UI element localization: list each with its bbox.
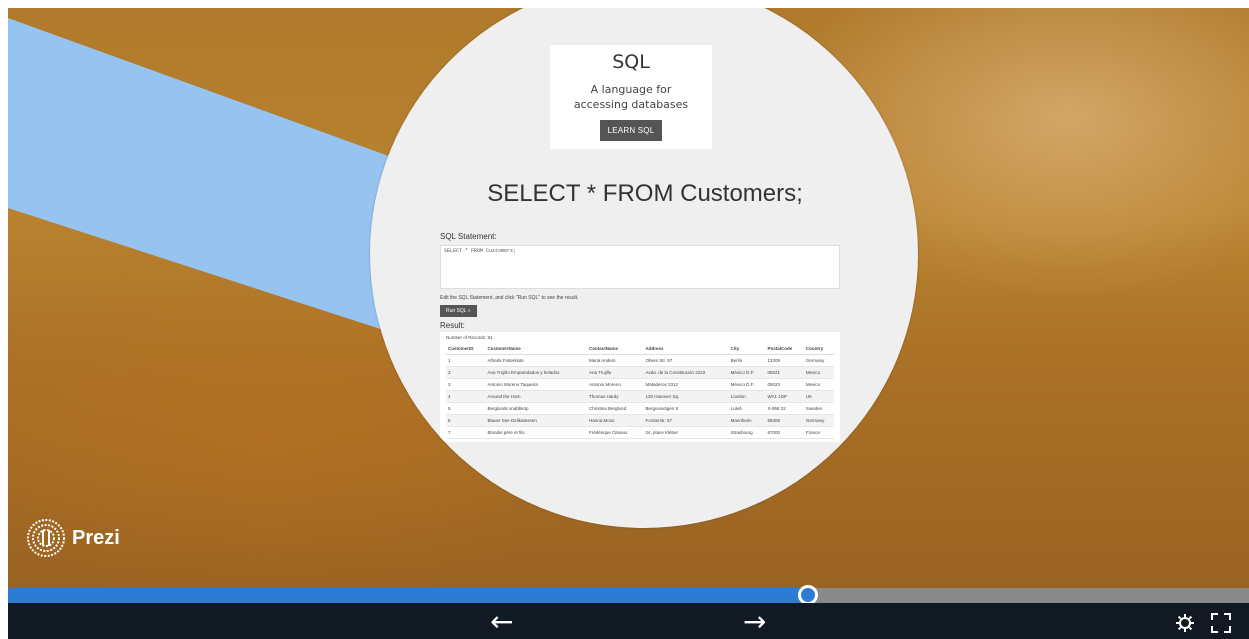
column-header: Address	[643, 343, 729, 355]
table-cell: Mannheim	[728, 414, 766, 427]
table-cell: Germany	[803, 354, 834, 367]
table-cell: Berguvsvägen 8	[643, 402, 729, 415]
tryit-screenshot: SQL Statement: SELECT * FROM Customers; …	[440, 232, 840, 442]
table-cell: Avda. de la Constitución 2222	[643, 366, 729, 379]
table-cell: S-958 22	[765, 402, 804, 415]
progress-fill	[8, 588, 809, 603]
table-row: 5 Berglunds snabbköp Christina Berglund Ber…	[446, 402, 834, 415]
column-header: ContactName	[587, 343, 644, 355]
prezi-logo: Prezi	[26, 518, 120, 558]
table-cell: Alfreds Futterkiste	[485, 354, 588, 367]
table-row: 4 Around the Horn Thomas Hardy 120 Hanover …	[446, 390, 834, 403]
table-cell: Antonio Moreno Taquería	[485, 378, 588, 391]
table-cell: 67000	[765, 426, 804, 439]
table-cell: Around the Horn	[485, 390, 588, 403]
column-header: CustomerName	[485, 343, 588, 355]
result-table: CustomerID CustomerName ContactName Address…	[446, 343, 834, 439]
table-cell: 120 Hanover Sq.	[643, 390, 729, 403]
next-arrow-icon[interactable]: →	[743, 608, 766, 636]
table-cell: Forsterstr. 57	[643, 414, 729, 427]
table-cell: Luleå	[728, 402, 766, 415]
table-cell: Mataderos 2312	[643, 378, 729, 391]
table-row: 7 Blondel père et fils Frédérique Citeaux 2…	[446, 426, 834, 439]
table-cell: Berglunds snabbköp	[485, 402, 588, 415]
table-header-row: CustomerID CustomerName ContactName Address…	[446, 343, 834, 355]
table-cell: Germany	[803, 414, 834, 427]
table-cell: 68306	[765, 414, 804, 427]
table-cell: Ana Trujillo Emparedados y helados	[485, 366, 588, 379]
table-row: 3 Antonio Moreno Taquería Antonio Moreno Ma…	[446, 378, 834, 391]
table-cell: 4	[446, 390, 486, 403]
table-row: 1 Alfreds Futterkiste Maria Anders Obere St…	[446, 354, 834, 367]
table-cell: Antonio Moreno	[587, 378, 644, 391]
result-box: Number of Records: 91 CustomerID Customer…	[440, 332, 840, 442]
table-cell: Thomas Hardy	[587, 390, 644, 403]
table-cell: 3	[446, 378, 486, 391]
table-cell: London	[728, 390, 766, 403]
instruction-text: Edit the SQL Statement, and click "Run S…	[440, 295, 579, 301]
table-cell: Blauer See Delikatessen	[485, 414, 588, 427]
table-cell: 12209	[765, 354, 804, 367]
prezi-viewer: SQL A language for accessing databases L…	[8, 8, 1249, 639]
table-cell: México D.F.	[728, 366, 766, 379]
prezi-logo-icon	[27, 519, 65, 557]
table-cell: 5	[446, 402, 486, 415]
table-body: 1 Alfreds Futterkiste Maria Anders Obere St…	[446, 354, 834, 439]
column-header: Country	[803, 343, 834, 355]
table-cell: 1	[446, 354, 486, 367]
table-cell: 2	[446, 366, 486, 379]
column-header: PostalCode	[765, 343, 804, 355]
table-row: 6 Blauer See Delikatessen Hanna Moos Forste…	[446, 414, 834, 427]
table-cell: Maria Anders	[587, 354, 644, 367]
table-cell: Christina Berglund	[587, 402, 644, 415]
sql-card: SQL A language for accessing databases L…	[550, 45, 712, 149]
table-cell: Sweden	[803, 402, 834, 415]
table-cell: Ana Trujillo	[587, 366, 644, 379]
table-cell: 7	[446, 426, 486, 439]
table-row: 2 Ana Trujillo Emparedados y helados Ana T…	[446, 366, 834, 379]
table-cell: 6	[446, 414, 486, 427]
fullscreen-icon[interactable]	[1210, 612, 1232, 634]
table-cell: WA1 1DP	[765, 390, 804, 403]
table-cell: France	[803, 426, 834, 439]
progress-bar[interactable]	[8, 585, 1249, 605]
sql-statement-label: SQL Statement:	[440, 232, 497, 241]
table-cell: Hanna Moos	[587, 414, 644, 427]
prev-arrow-icon[interactable]: ←	[490, 608, 513, 636]
table-cell: UK	[803, 390, 834, 403]
table-cell: 24, place Kléber	[643, 426, 729, 439]
table-cell: Blondel père et fils	[485, 426, 588, 439]
sql-statement-box: SELECT * FROM Customers;	[440, 245, 840, 289]
learn-sql-button[interactable]: LEARN SQL	[599, 120, 663, 141]
table-cell: Mexico	[803, 378, 834, 391]
sql-card-subtitle: A language for accessing databases	[573, 83, 689, 111]
presentation-canvas[interactable]: SQL A language for accessing databases L…	[8, 8, 1249, 588]
prezi-logo-text: Prezi	[72, 526, 120, 549]
sql-card-title: SQL	[612, 51, 650, 73]
table-cell: Mexico	[803, 366, 834, 379]
query-heading: SELECT * FROM Customers;	[487, 180, 803, 207]
table-cell: Strasbourg	[728, 426, 766, 439]
column-header: CustomerID	[446, 343, 486, 355]
records-count: Number of Records: 91	[446, 335, 493, 340]
table-cell: 05021	[765, 366, 804, 379]
table-cell: Obere Str. 57	[643, 354, 729, 367]
column-header: City	[728, 343, 766, 355]
table-cell: México D.F.	[728, 378, 766, 391]
table-cell: Berlin	[728, 354, 766, 367]
table-cell: Frédérique Citeaux	[587, 426, 644, 439]
result-label: Result:	[440, 321, 465, 330]
player-controls: ← →	[8, 603, 1249, 639]
progress-handle[interactable]	[798, 585, 819, 605]
run-sql-button: Run SQL »	[440, 305, 477, 317]
gear-icon[interactable]	[1174, 612, 1196, 634]
table-cell: 05023	[765, 378, 804, 391]
